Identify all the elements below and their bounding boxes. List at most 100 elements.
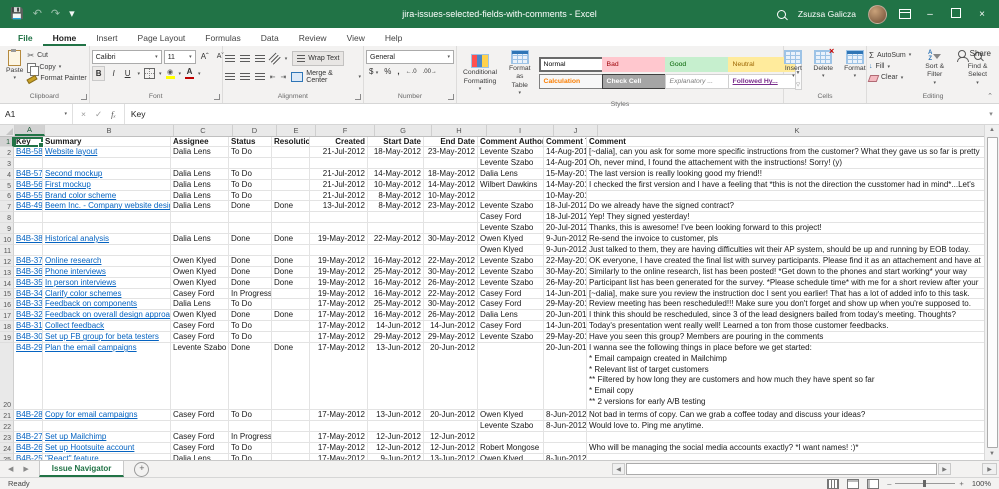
fill-handle[interactable] [38, 142, 44, 148]
vertical-scrollbar[interactable]: ▲ ▼ [984, 125, 999, 460]
cell-a14[interactable]: B4B-35 [14, 278, 43, 289]
cell-a5[interactable]: B4B-56 [14, 180, 43, 191]
cell-h24[interactable]: 12-Jun-2012 [424, 443, 478, 454]
cell-g2[interactable]: 18-May-2012 [368, 147, 424, 158]
cell-c13[interactable]: Owen Klyed [171, 267, 229, 278]
cell-b6[interactable]: Brand color scheme [43, 191, 171, 202]
cell-h14[interactable]: 26-May-2012 [424, 278, 478, 289]
cell-f13[interactable]: 19-May-2012 [310, 267, 368, 278]
number-dialog-launcher-icon[interactable] [448, 94, 454, 100]
cell-h5[interactable]: 14-May-2012 [424, 180, 478, 191]
cell-h22[interactable] [424, 421, 478, 432]
cell-e8[interactable] [272, 212, 310, 223]
cell-j20[interactable]: 20-Jun-2012 [544, 343, 587, 410]
row-number-6[interactable]: 6 [0, 191, 14, 202]
column-header-k[interactable]: K [598, 125, 984, 136]
cell-c2[interactable]: Dalia Lens [171, 147, 229, 158]
cell-f10[interactable]: 19-May-2012 [310, 234, 368, 245]
cell-h17[interactable]: 26-May-2012 [424, 310, 478, 321]
cell-b13[interactable]: Phone interviews [43, 267, 171, 278]
cell-e11[interactable] [272, 245, 310, 256]
cell-a20[interactable]: B4B-29 [14, 343, 43, 410]
redo-icon[interactable]: ↷ [51, 9, 60, 20]
comma-style-button[interactable]: , [394, 67, 402, 76]
cell-g14[interactable]: 16-May-2012 [368, 278, 424, 289]
cell-h2[interactable]: 23-May-2012 [424, 147, 478, 158]
cell-i1[interactable]: Comment Author [478, 137, 544, 147]
cell-f15[interactable]: 19-May-2012 [310, 289, 368, 300]
cell-j21[interactable]: 8-Jun-2012 [544, 410, 587, 421]
scroll-left-icon[interactable]: ◀ [612, 463, 625, 475]
cell-i6[interactable] [478, 191, 544, 202]
cell-f3[interactable] [310, 158, 368, 169]
cell-d6[interactable]: To Do [229, 191, 272, 202]
grow-font-button[interactable]: Aˆ [198, 50, 212, 63]
cell-f5[interactable]: 21-Jul-2012 [310, 180, 368, 191]
cell-j6[interactable]: 10-May-2012 [544, 191, 587, 202]
cell-c17[interactable]: Owen Klyed [171, 310, 229, 321]
cell-a15[interactable]: B4B-34 [14, 289, 43, 300]
column-header-c[interactable]: C [174, 125, 233, 136]
cell-i14[interactable]: Levente Szabo [478, 278, 544, 289]
cell-i11[interactable]: Owen Klyed [478, 245, 544, 256]
cell-i12[interactable]: Levente Szabo [478, 256, 544, 267]
cell-k4[interactable]: The last version is really looking good … [587, 169, 984, 180]
cell-d18[interactable]: To Do [229, 321, 272, 332]
cell-j24[interactable] [544, 443, 587, 454]
cell-b5[interactable]: First mockup [43, 180, 171, 191]
cell-b16[interactable]: Feedback on components [43, 299, 171, 310]
cell-h3[interactable] [424, 158, 478, 169]
cell-a10[interactable]: B4B-38 [14, 234, 43, 245]
row-number-9[interactable]: 9 [0, 223, 14, 234]
cell-k9[interactable]: Thanks, this is awesome! I've been looki… [587, 223, 984, 234]
cell-g7[interactable]: 8-May-2012 [368, 201, 424, 212]
cell-style-check-cell[interactable]: Check Cell [602, 74, 670, 89]
bottom-align-icon[interactable] [255, 55, 265, 63]
zoom-out-icon[interactable]: – [887, 479, 891, 488]
cell-k11[interactable]: Just talked to them, they are having dif… [587, 245, 984, 256]
percent-style-button[interactable]: % [381, 67, 394, 76]
cell-h15[interactable]: 22-May-2012 [424, 289, 478, 300]
align-right-icon[interactable] [255, 73, 265, 81]
tab-file[interactable]: File [8, 31, 43, 47]
zoom-in-icon[interactable]: + [959, 479, 963, 488]
row-number-24[interactable]: 24 [0, 443, 14, 454]
search-icon[interactable] [777, 10, 786, 19]
cell-h16[interactable]: 30-May-2012 [424, 299, 478, 310]
fill-color-button[interactable]: ◉ [166, 69, 175, 79]
cell-k14[interactable]: Participant list has been generated for … [587, 278, 984, 289]
cell-g12[interactable]: 16-May-2012 [368, 256, 424, 267]
cell-c14[interactable]: Owen Klyed [171, 278, 229, 289]
cell-k1[interactable]: Comment [587, 137, 984, 147]
copy-button[interactable]: Copy▾ [27, 63, 86, 74]
cell-b17[interactable]: Feedback on overall design approach [43, 310, 171, 321]
format-cells-button[interactable]: Format▾ [840, 48, 870, 82]
format-as-table-button[interactable]: Format as Table▾ [505, 48, 535, 99]
cell-a16[interactable]: B4B-33 [14, 299, 43, 310]
cell-d15[interactable]: In Progress [229, 289, 272, 300]
cell-g13[interactable]: 25-May-2012 [368, 267, 424, 278]
cell-c23[interactable]: Casey Ford [171, 432, 229, 443]
cell-d7[interactable]: Done [229, 201, 272, 212]
cell-j8[interactable]: 18-Jul-2012 [544, 212, 587, 223]
cell-b7[interactable]: Beem Inc. - Company website design [43, 201, 171, 212]
column-header-d[interactable]: D [233, 125, 277, 136]
close-button[interactable]: × [975, 9, 989, 20]
cell-a9[interactable] [14, 223, 43, 234]
scroll-up-icon[interactable]: ▲ [989, 125, 995, 136]
cell-h20[interactable]: 20-Jun-2012 [424, 343, 478, 410]
cell-d24[interactable]: To Do [229, 443, 272, 454]
cell-f14[interactable]: 19-May-2012 [310, 278, 368, 289]
cell-c9[interactable] [171, 223, 229, 234]
expand-formula-bar-icon[interactable]: ▾ [983, 104, 999, 124]
decrease-decimal-button[interactable]: .00→ [420, 69, 440, 75]
row-number-8[interactable]: 8 [0, 212, 14, 223]
cell-d17[interactable]: Done [229, 310, 272, 321]
cell-c6[interactable]: Dalia Lens [171, 191, 229, 202]
column-header-i[interactable]: I [487, 125, 554, 136]
cell-b19[interactable]: Set up FB group for beta testers [43, 332, 171, 343]
scroll-down-icon[interactable]: ▼ [989, 449, 995, 460]
cell-k10[interactable]: Re-send the invoice to customer, pls [587, 234, 984, 245]
cell-style-calculation[interactable]: Calculation [539, 74, 607, 89]
cell-f21[interactable]: 17-May-2012 [310, 410, 368, 421]
